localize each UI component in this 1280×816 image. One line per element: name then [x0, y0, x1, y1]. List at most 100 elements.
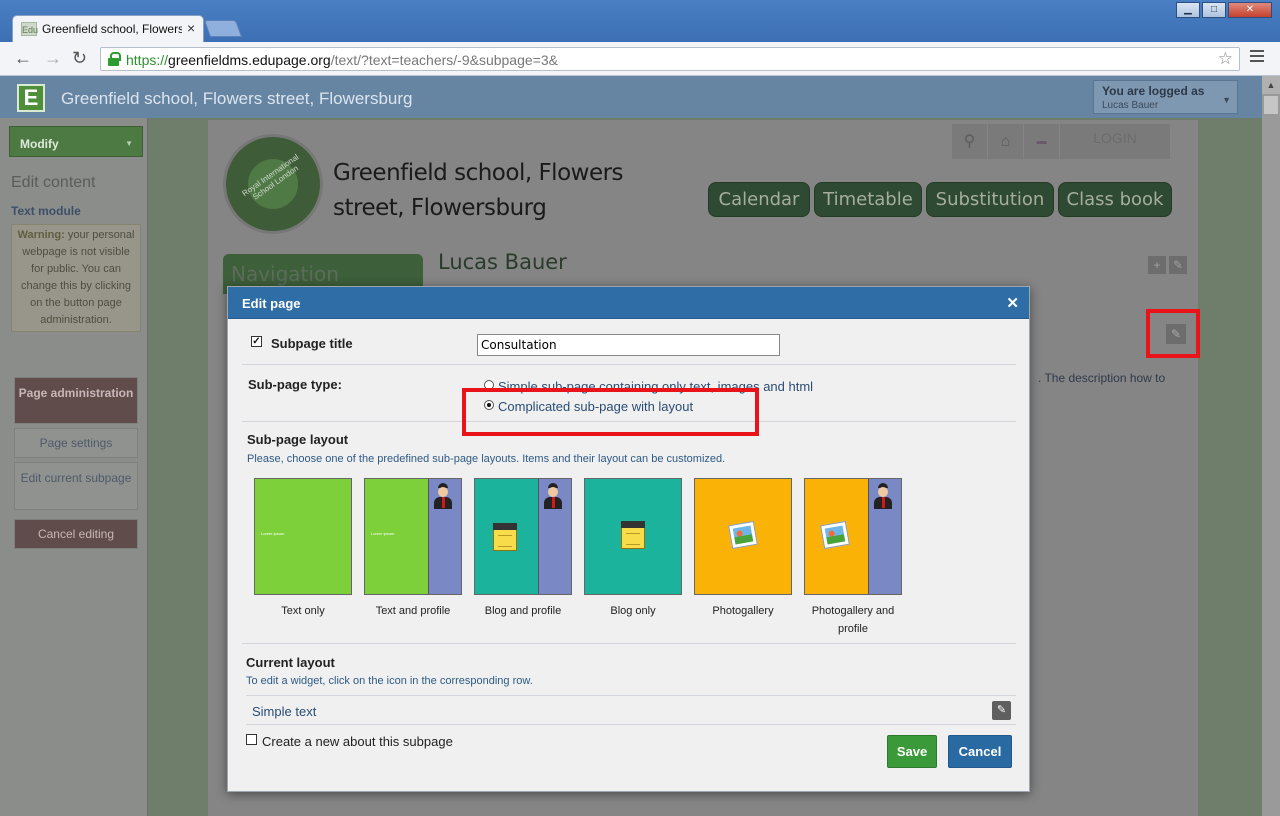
- site-menu: Calendar Timetable Substitution Class bo…: [708, 182, 1176, 217]
- layout-label-text-only: Text only: [281, 605, 325, 617]
- reload-icon[interactable]: ↻: [72, 48, 87, 69]
- current-layout-help: To edit a widget, click on the icon in t…: [246, 675, 533, 687]
- divider: [242, 643, 1016, 644]
- tab-close-icon[interactable]: ×: [187, 20, 195, 36]
- edit-page-dialog: Edit page ✕ ✓ Subpage title Sub-page typ…: [227, 286, 1030, 792]
- text-block: [255, 479, 351, 594]
- forward-arrow-icon[interactable]: →: [44, 48, 62, 69]
- add-icon[interactable]: +: [1148, 256, 1166, 274]
- cancel-button[interactable]: Cancel: [948, 735, 1012, 768]
- warning-box: Warning: your personal webpage is not vi…: [11, 224, 141, 332]
- subpage-layout-help: Please, choose one of the predefined sub…: [247, 453, 726, 465]
- notepad-icon: [493, 523, 517, 551]
- divider: [242, 364, 1016, 365]
- maximize-icon[interactable]: □: [1202, 2, 1226, 18]
- window-close-icon[interactable]: ✕: [1228, 2, 1272, 18]
- browser-menu-icon[interactable]: [1250, 50, 1264, 65]
- layout-text-only[interactable]: Lorem Ipsum: [254, 478, 352, 595]
- edit-widget-pencil-icon[interactable]: ✎: [992, 701, 1011, 720]
- create-about-label[interactable]: Create a new about this subpage: [262, 734, 453, 749]
- browser-titlebar: Edu Greenfield school, Flowers st × ▁ □ …: [0, 0, 1280, 42]
- header-title: Greenfield school, Flowers street, Flowe…: [61, 89, 413, 108]
- highlight-edit-icon: [1146, 309, 1200, 358]
- tab-title: Greenfield school, Flowers st: [42, 22, 182, 36]
- new-tab-button[interactable]: [203, 20, 243, 37]
- scrollbar-thumb[interactable]: [1264, 96, 1278, 114]
- minimize-icon[interactable]: ▁: [1176, 2, 1200, 18]
- create-about-checkbox[interactable]: [246, 734, 257, 745]
- menu-class-book[interactable]: Class book: [1058, 182, 1172, 217]
- dialog-title: Edit page: [242, 296, 301, 311]
- current-layout-label: Current layout: [246, 655, 335, 670]
- profile-person-icon: [543, 483, 563, 511]
- uk-flag-icon[interactable]: ▬: [1024, 124, 1059, 159]
- modify-label: Modify: [20, 137, 59, 151]
- browser-toolbar: ← → ↻ https://greenfieldms.edupage.org/t…: [0, 42, 1280, 76]
- close-icon[interactable]: ✕: [1006, 294, 1019, 312]
- scroll-up-icon[interactable]: ▲: [1262, 76, 1280, 94]
- layout-photogallery[interactable]: [694, 478, 792, 595]
- school-logo: Royal International School London: [223, 134, 323, 234]
- chevron-down-icon: ▼: [1222, 95, 1231, 105]
- layout-photogallery-and-profile[interactable]: [804, 478, 902, 595]
- layout-text-and-profile[interactable]: Lorem Ipsum: [364, 478, 462, 595]
- text-module-link[interactable]: Text module: [11, 204, 81, 218]
- logged-label: You are logged as: [1102, 84, 1205, 98]
- window-controls: ▁ □ ✕: [1174, 2, 1272, 18]
- edit-current-subpage-button[interactable]: Edit current subpage: [14, 462, 138, 510]
- search-icon[interactable]: ⚲: [952, 124, 987, 159]
- subpage-type-label: Sub-page type:: [248, 377, 342, 392]
- subpage-title-checkbox[interactable]: ✓: [251, 336, 262, 347]
- description-text: . The description how to: [1038, 371, 1166, 385]
- warning-label: Warning:: [17, 229, 65, 241]
- notepad-icon: [621, 521, 645, 549]
- tile-text: Lorem Ipsum: [261, 531, 285, 536]
- subpage-title-input[interactable]: [477, 334, 780, 356]
- content-tools: + ✎: [1145, 256, 1187, 274]
- edupage-favicon-icon: Edu: [21, 22, 38, 36]
- text-block: [365, 479, 428, 594]
- logged-user: Lucas Bauer: [1102, 100, 1159, 111]
- widget-name: Simple text: [252, 704, 317, 719]
- layout-label-blog-and-profile: Blog and profile: [484, 605, 562, 617]
- back-arrow-icon[interactable]: ←: [14, 48, 32, 69]
- page-administration-button[interactable]: Page administration: [14, 377, 138, 424]
- user-menu[interactable]: You are logged as Lucas Bauer ▼: [1093, 80, 1238, 114]
- address-bar[interactable]: https://greenfieldms.edupage.org/text/?t…: [100, 47, 1240, 71]
- bookmark-star-icon[interactable]: ☆: [1218, 49, 1233, 69]
- widget-row: Simple text ✎: [246, 695, 1016, 725]
- menu-calendar[interactable]: Calendar: [708, 182, 810, 217]
- login-button[interactable]: LOGIN: [1060, 124, 1170, 159]
- modify-button[interactable]: Modify ▼: [9, 126, 143, 157]
- site-top-icons: ⚲ ⌂ ▬ LOGIN: [952, 124, 1170, 159]
- edupage-header: E Greenfield school, Flowers street, Flo…: [0, 76, 1273, 118]
- admin-sidebar: Modify ▼ Edit content Text module Warnin…: [0, 118, 148, 816]
- page-settings-button[interactable]: Page settings: [14, 428, 138, 458]
- tile-text: Lorem Ipsum: [371, 531, 395, 536]
- subpage-title-label: Subpage title: [271, 336, 353, 351]
- menu-substitution[interactable]: Substitution: [926, 182, 1054, 217]
- person-name: Lucas Bauer: [438, 250, 567, 274]
- layout-label-blog-only: Blog only: [610, 605, 656, 617]
- chevron-down-icon: ▼: [125, 139, 133, 148]
- vertical-scrollbar[interactable]: [1262, 76, 1280, 816]
- home-icon[interactable]: ⌂: [988, 124, 1023, 159]
- cancel-editing-button[interactable]: Cancel editing: [14, 519, 138, 549]
- save-button[interactable]: Save: [887, 735, 937, 768]
- layout-label-text-and-profile: Text and profile: [375, 605, 451, 617]
- edupage-logo-icon[interactable]: E: [17, 84, 45, 112]
- photo-icon: [728, 520, 758, 550]
- profile-person-icon: [433, 483, 453, 511]
- lock-icon: [108, 52, 121, 66]
- school-name: Greenfield school, Flowers street, Flowe…: [333, 160, 624, 221]
- pencil-icon[interactable]: ✎: [1169, 256, 1187, 274]
- layout-blog-and-profile[interactable]: [474, 478, 572, 595]
- layout-label-photogallery-and-profile: Photogallery and profile: [811, 605, 895, 635]
- dialog-header: Edit page ✕: [228, 287, 1029, 319]
- browser-tab[interactable]: Edu Greenfield school, Flowers st ×: [12, 15, 204, 42]
- layout-label-photogallery: Photogallery: [712, 605, 774, 617]
- profile-person-icon: [873, 483, 893, 511]
- warning-text: your personal webpage is not visible for…: [20, 229, 135, 326]
- menu-timetable[interactable]: Timetable: [814, 182, 922, 217]
- layout-blog-only[interactable]: [584, 478, 682, 595]
